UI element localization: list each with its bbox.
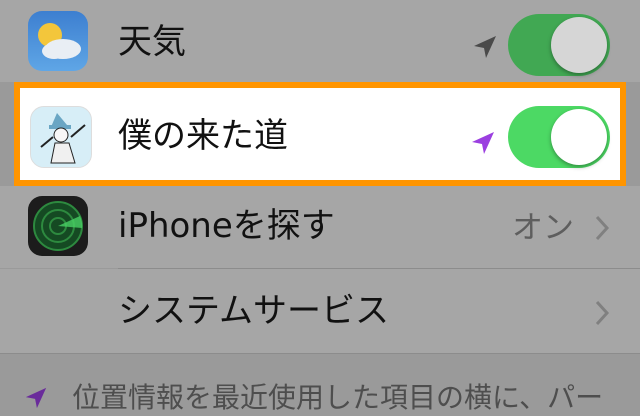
row-label: システムサービス bbox=[118, 291, 389, 331]
weather-app-icon bbox=[28, 11, 88, 71]
chevron-right-icon bbox=[595, 215, 610, 241]
row-label: 僕の来た道 bbox=[118, 116, 288, 156]
row-label: iPhoneを探す bbox=[118, 206, 335, 246]
section-divider bbox=[0, 353, 640, 354]
location-arrow-gray-icon bbox=[474, 36, 496, 58]
location-toggle-weather[interactable] bbox=[508, 14, 610, 76]
location-arrow-purple-icon bbox=[25, 387, 47, 409]
footer-note: 位置情報を最近使用した項目の横に、パー bbox=[72, 381, 604, 414]
bokunokitamichi-app-icon bbox=[30, 106, 92, 168]
location-arrow-purple-icon bbox=[472, 132, 494, 154]
find-my-iphone-radar-icon bbox=[28, 196, 88, 256]
settings-row-find-my-iphone[interactable]: iPhoneを探す オン bbox=[0, 186, 640, 268]
settings-row-bokunokitamichi[interactable]: 僕の来た道 bbox=[24, 94, 616, 178]
row-value: オン bbox=[512, 210, 574, 246]
location-toggle-bokunokitamichi[interactable] bbox=[508, 106, 610, 168]
settings-row-system-services[interactable]: システムサービス bbox=[0, 269, 640, 353]
row-label: 天気 bbox=[118, 22, 186, 62]
settings-row-weather[interactable]: 天気 bbox=[0, 0, 640, 82]
chevron-right-icon bbox=[595, 300, 610, 326]
